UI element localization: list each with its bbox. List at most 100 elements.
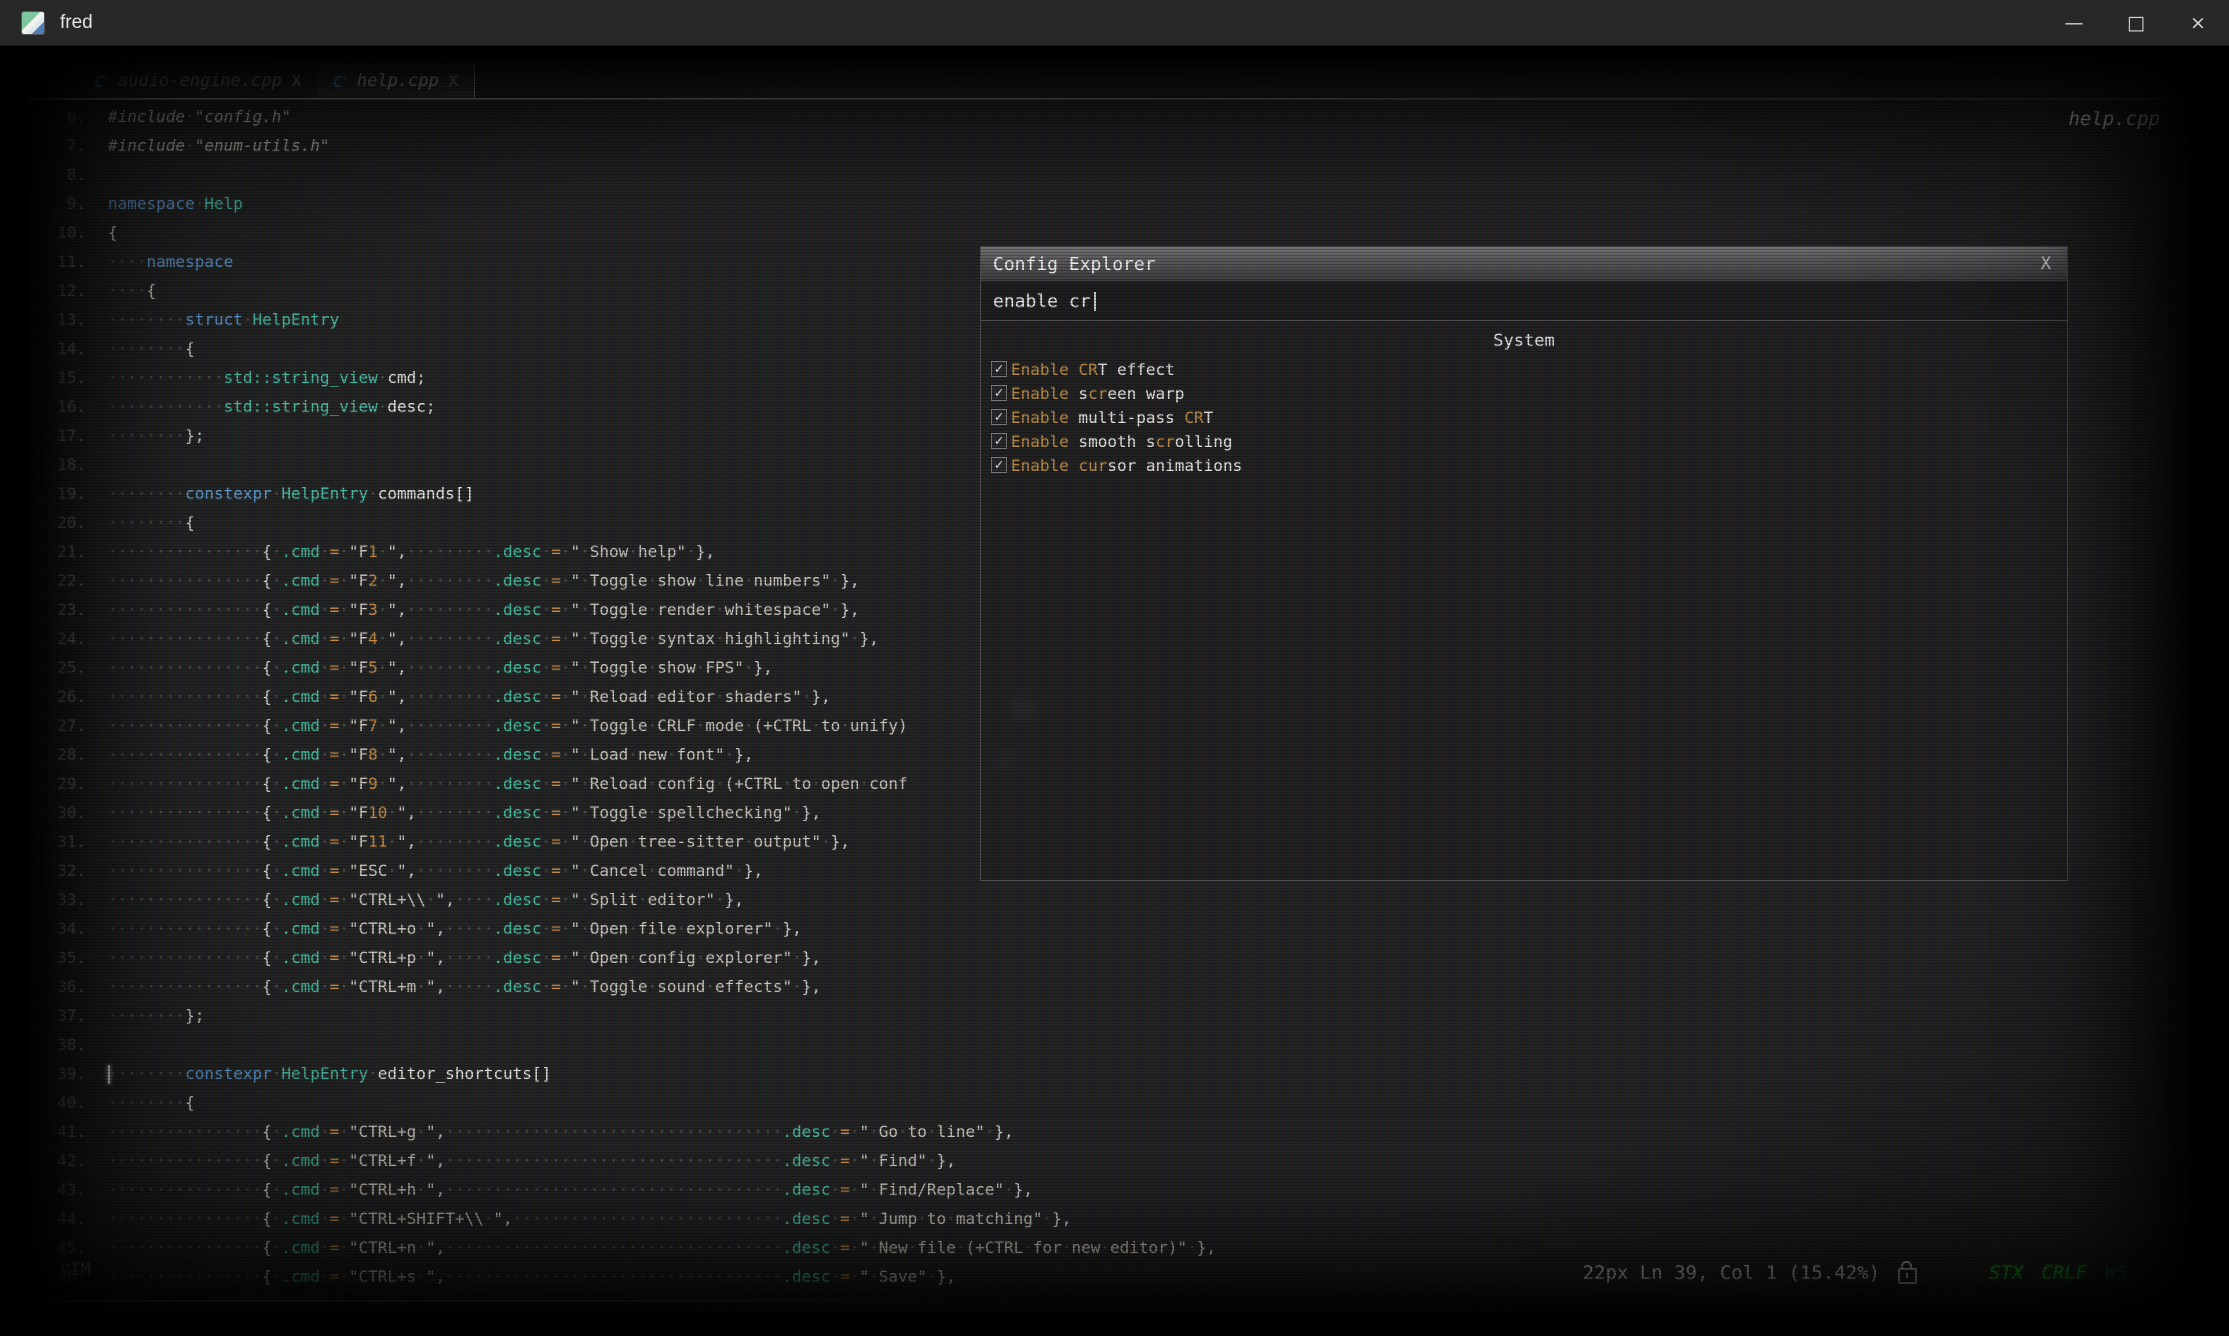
line-number: 43. [30, 1175, 86, 1204]
code-line: 6. #include·"config.h" [30, 102, 2190, 131]
line-code: ················{·.cmd·=·"F3·",·········… [108, 595, 860, 624]
os-titlebar: fred — □ × [0, 0, 2229, 46]
code-line: 44.················{·.cmd·=·"CTRL+SHIFT+… [30, 1204, 2190, 1233]
popup-search[interactable]: enable cr [981, 282, 2067, 321]
line-number: 26. [30, 682, 86, 711]
config-option-list: ✓Enable CRT effect✓Enable screen warp✓En… [981, 357, 2067, 477]
config-option-label: Enable multi-pass CRT [1011, 408, 1213, 427]
close-button[interactable]: × [2167, 0, 2229, 45]
line-number: 15. [30, 363, 86, 392]
code-line: 10. { [30, 218, 2190, 247]
status-flags: STXCRLFWS [1989, 1262, 2128, 1284]
line-code: ················{·.cmd·=·"F1·",·········… [108, 537, 715, 566]
status-mode: VIM [60, 1260, 91, 1280]
line-code: ····{ [108, 276, 156, 305]
line-code: ················{·.cmd·=·"CTRL+h·",·····… [108, 1175, 1033, 1204]
line-number: 33. [30, 885, 86, 914]
line-code: { [108, 218, 118, 247]
line-number: 30. [30, 798, 86, 827]
line-number: 45. [30, 1233, 86, 1262]
tab-label: help.cpp [357, 71, 439, 91]
line-number: 34. [30, 914, 86, 943]
line-number: 19. [30, 479, 86, 508]
line-number: 29. [30, 769, 86, 798]
line-code: ········{ [108, 334, 195, 363]
line-code: ················{·.cmd·=·"CTRL+m·",·····… [108, 972, 821, 1001]
line-code: ················{·.cmd·=·"F8·",·········… [108, 740, 754, 769]
cpp-icon: C+ [94, 72, 108, 91]
tab-underline [30, 98, 2190, 100]
cpp-icon: C+ [333, 72, 347, 91]
line-code: ················{·.cmd·=·"CTRL+p·",·····… [108, 943, 821, 972]
checkbox[interactable]: ✓ [991, 361, 1007, 377]
line-code: ················{·.cmd·=·"CTRL+o·",·····… [108, 914, 802, 943]
window-title: fred [60, 12, 93, 34]
line-number: 36. [30, 972, 86, 1001]
tab-help.cpp[interactable]: C+ help.cpp X [317, 64, 475, 98]
line-number: 32. [30, 856, 86, 885]
checkbox[interactable]: ✓ [991, 457, 1007, 473]
line-code: ············std::string_view·cmd; [108, 363, 426, 392]
window-controls: — □ × [2043, 0, 2229, 45]
line-code: ················{·.cmd·=·"F2·",·········… [108, 566, 860, 595]
config-option-row[interactable]: ✓Enable cursor animations [981, 453, 2067, 477]
config-option-row[interactable]: ✓Enable screen warp [981, 381, 2067, 405]
code-line: 40.········{ [30, 1088, 2190, 1117]
code-line: 33. ················{·.cmd·=·"CTRL+\\·",·… [30, 885, 2190, 914]
line-code: ········constexpr·HelpEntry·commands[] [108, 479, 474, 508]
config-explorer-popup: Config Explorer X enable cr System ✓Enab… [980, 246, 2068, 881]
config-option-row[interactable]: ✓Enable CRT effect [981, 357, 2067, 381]
checkbox[interactable]: ✓ [991, 433, 1007, 449]
tab-close-icon[interactable]: X [449, 72, 458, 90]
status-flag-CRLF: CRLF [2041, 1262, 2087, 1284]
section-header: System [981, 327, 2067, 355]
line-number: 16. [30, 392, 86, 421]
editor-screen: C+audio-engine.cppXC+help.cppX help.cpp … [30, 58, 2190, 1312]
line-number: 35. [30, 943, 86, 972]
line-code: ················{·.cmd·=·"F5·",·········… [108, 653, 773, 682]
config-option-row[interactable]: ✓Enable smooth scrolling [981, 429, 2067, 453]
line-code: #include·"config.h" [108, 102, 291, 131]
tab-label: audio-engine.cpp [118, 71, 282, 91]
line-code: ········}; [108, 421, 204, 450]
line-number: 20. [30, 508, 86, 537]
app-icon [22, 12, 44, 34]
popup-title: Config Explorer [993, 254, 2041, 275]
line-code: ········{ [108, 508, 195, 537]
line-number: 28. [30, 740, 86, 769]
maximize-button[interactable]: □ [2105, 0, 2167, 45]
text-cursor [1094, 292, 1096, 311]
line-number: 21. [30, 537, 86, 566]
minimize-button[interactable]: — [2043, 0, 2105, 45]
line-number: 6. [30, 102, 86, 131]
line-code: ················{·.cmd·=·"CTRL+g·",·····… [108, 1117, 1014, 1146]
config-option-label: Enable cursor animations [1011, 456, 1242, 475]
line-number: 17. [30, 421, 86, 450]
line-number: 40. [30, 1088, 86, 1117]
search-input[interactable]: enable cr [993, 291, 1091, 312]
tab-audio-engine.cpp[interactable]: C+ audio-engine.cpp X [78, 64, 317, 98]
config-option-row[interactable]: ✓Enable multi-pass CRT [981, 405, 2067, 429]
line-code: ················{·.cmd·=·"CTRL+s·",·····… [108, 1262, 956, 1291]
line-number: 41. [30, 1117, 86, 1146]
checkbox[interactable]: ✓ [991, 385, 1007, 401]
line-code: ················{·.cmd·=·"ESC·",········… [108, 856, 763, 885]
tab-close-icon[interactable]: X [292, 72, 301, 90]
code-line: 42.················{·.cmd·=·"CTRL+f·",··… [30, 1146, 2190, 1175]
line-code: ················{·.cmd·=·"CTRL+\\·",····… [108, 885, 744, 914]
tab-bar: C+ audio-engine.cpp X C+ help.cpp X [78, 64, 475, 98]
line-number: 10. [30, 218, 86, 247]
line-code: ················{·.cmd·=·"F4·",·········… [108, 624, 879, 653]
line-code: ········struct·HelpEntry [108, 305, 339, 334]
line-number: 27. [30, 711, 86, 740]
popup-titlebar: Config Explorer X [981, 247, 2067, 282]
line-code: ················{·.cmd·=·"F10·",········… [108, 798, 821, 827]
checkbox[interactable]: ✓ [991, 409, 1007, 425]
popup-close-button[interactable]: X [2041, 254, 2051, 274]
line-code: ················{·.cmd·=·"CTRL+SHIFT+\\·… [108, 1204, 1071, 1233]
line-number: 9. [30, 189, 86, 218]
screen-edge-glow [48, 1300, 1042, 1302]
line-number: 37. [30, 1001, 86, 1030]
line-code: ············std::string_view·desc; [108, 392, 436, 421]
code-line: 39.········constexpr·HelpEntry·editor_sh… [30, 1059, 2190, 1088]
